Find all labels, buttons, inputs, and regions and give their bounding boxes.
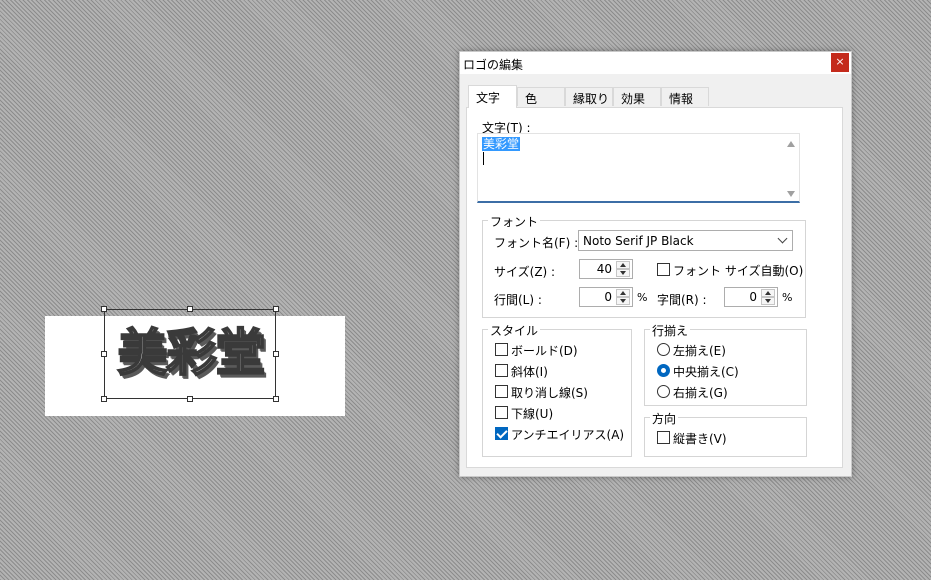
spin-up-icon[interactable]: [761, 289, 775, 297]
tab-label: 色: [525, 92, 538, 106]
char-spacing-unit: %: [782, 291, 793, 304]
vertical-writing-checkbox[interactable]: [657, 431, 670, 444]
tab-label: 文字: [476, 91, 501, 105]
text-caret: [483, 152, 484, 165]
dialog-titlebar[interactable]: ロゴの編集 ×: [460, 52, 851, 74]
resize-handle-left[interactable]: [101, 351, 107, 357]
underline-checkbox[interactable]: [495, 406, 508, 419]
bold-checkbox[interactable]: [495, 343, 508, 356]
tab-outline[interactable]: 縁取り: [565, 87, 613, 106]
spin-down-icon[interactable]: [761, 297, 775, 305]
font-name-value: Noto Serif JP Black: [583, 234, 694, 248]
italic-label: 斜体(I): [511, 365, 548, 379]
font-group-title: フォント: [488, 213, 541, 230]
logo-edit-dialog: ロゴの編集 × 文字 色 縁取り 効果 情報 文字(T) : 美彩堂 フォント …: [459, 51, 852, 477]
line-spacing-label: 行間(L) :: [494, 293, 542, 307]
resize-handle-top[interactable]: [187, 306, 193, 312]
align-left-radio[interactable]: [657, 343, 670, 356]
auto-size-checkbox[interactable]: [657, 263, 670, 276]
antialias-label: アンチエイリアス(A): [511, 428, 625, 442]
line-spacing-value: 0: [604, 290, 612, 304]
tab-effect[interactable]: 効果: [613, 87, 661, 106]
scroll-down-icon[interactable]: [787, 191, 795, 197]
tab-info[interactable]: 情報: [661, 87, 709, 106]
dialog-title: ロゴの編集: [463, 58, 524, 72]
tab-label: 情報: [669, 92, 694, 106]
tab-text[interactable]: 文字: [468, 85, 517, 108]
close-button[interactable]: ×: [831, 53, 849, 72]
char-spacing-label: 字間(R) :: [657, 293, 707, 307]
text-input[interactable]: 美彩堂: [477, 133, 800, 203]
resize-handle-top-right[interactable]: [273, 306, 279, 312]
font-name-label: フォント名(F) :: [494, 236, 579, 250]
size-value: 40: [596, 262, 612, 276]
bold-label: ボールド(D): [511, 344, 578, 358]
align-center-label: 中央揃え(C): [673, 365, 739, 379]
underline-label: 下線(U): [511, 407, 554, 421]
auto-size-label: フォント サイズ自動(O): [673, 264, 804, 278]
style-group-title: スタイル: [488, 322, 541, 339]
char-spacing-value: 0: [749, 290, 757, 304]
resize-handle-bottom[interactable]: [187, 396, 193, 402]
align-right-label: 右揃え(G): [673, 386, 728, 400]
align-right-radio[interactable]: [657, 385, 670, 398]
selection-box[interactable]: [104, 309, 276, 399]
resize-handle-top-left[interactable]: [101, 306, 107, 312]
size-stepper[interactable]: 40: [579, 259, 633, 279]
font-name-select[interactable]: Noto Serif JP Black: [578, 230, 793, 251]
strikethrough-checkbox[interactable]: [495, 385, 508, 398]
text-input-value: 美彩堂: [482, 137, 521, 151]
spin-down-icon[interactable]: [616, 269, 630, 277]
size-label: サイズ(Z) :: [494, 265, 556, 279]
chevron-down-icon: [777, 233, 788, 244]
tab-color[interactable]: 色: [517, 87, 565, 106]
align-left-label: 左揃え(E): [673, 344, 726, 358]
alignment-group-title: 行揃え: [650, 322, 691, 339]
antialias-checkbox[interactable]: [495, 427, 508, 440]
tab-label: 効果: [621, 92, 646, 106]
scroll-up-icon[interactable]: [787, 141, 795, 147]
line-spacing-unit: %: [637, 291, 648, 304]
close-icon: ×: [835, 55, 845, 68]
char-spacing-stepper[interactable]: 0: [724, 287, 778, 307]
tab-label: 縁取り: [573, 92, 610, 106]
direction-group-title: 方向: [650, 410, 679, 427]
strikethrough-label: 取り消し線(S): [511, 386, 588, 400]
text-scrollbar[interactable]: [784, 135, 798, 201]
line-spacing-stepper[interactable]: 0: [579, 287, 633, 307]
align-center-radio[interactable]: [657, 364, 670, 377]
spin-up-icon[interactable]: [616, 261, 630, 269]
spin-up-icon[interactable]: [616, 289, 630, 297]
resize-handle-right[interactable]: [273, 351, 279, 357]
italic-checkbox[interactable]: [495, 364, 508, 377]
resize-handle-bottom-left[interactable]: [101, 396, 107, 402]
vertical-writing-label: 縦書き(V): [673, 432, 727, 446]
spin-down-icon[interactable]: [616, 297, 630, 305]
resize-handle-bottom-right[interactable]: [273, 396, 279, 402]
